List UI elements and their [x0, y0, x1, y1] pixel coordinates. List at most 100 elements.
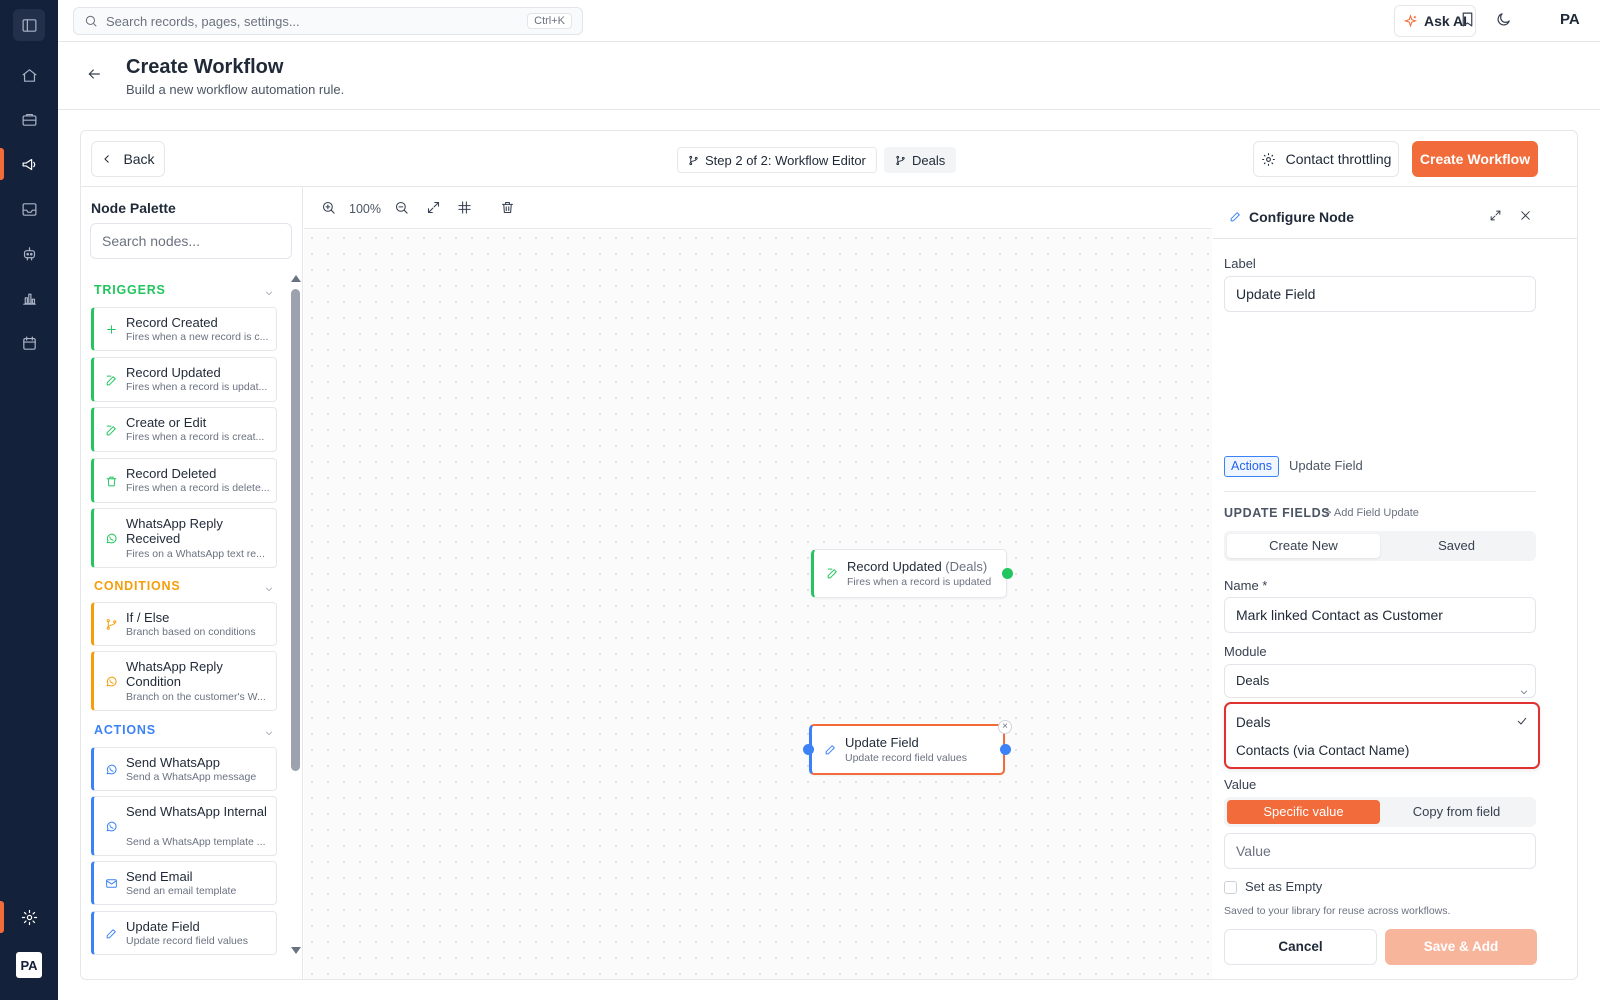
scroll-thumb[interactable] — [291, 289, 300, 771]
name-input[interactable] — [1224, 597, 1536, 633]
config-title: Configure Node — [1249, 209, 1354, 225]
palette-node-record-created[interactable]: Record Created Fires when a new record i… — [91, 307, 277, 351]
node-title: Send WhatsApp — [126, 755, 220, 770]
section-conditions[interactable]: CONDITIONS — [94, 579, 180, 593]
user-avatar[interactable]: PA — [16, 952, 42, 978]
whatsapp-icon — [105, 532, 119, 546]
trash-icon — [105, 475, 119, 489]
remove-node-button[interactable]: × — [998, 720, 1012, 734]
palette-node-send-email[interactable]: Send Email Send an email template — [91, 861, 277, 905]
canvas-toolbar: 100% — [304, 187, 1212, 229]
grid-icon[interactable] — [457, 200, 473, 216]
set-empty-label[interactable]: Set as Empty — [1245, 879, 1322, 894]
home-icon[interactable] — [13, 59, 45, 91]
palette-scrollbar[interactable] — [291, 275, 301, 965]
palette-node-whatsapp-reply-received[interactable]: WhatsApp Reply Received Fires on a Whats… — [91, 508, 277, 568]
node-title: Create or Edit — [126, 415, 207, 430]
back-arrow-icon[interactable] — [86, 66, 104, 84]
whatsapp-icon — [105, 675, 119, 689]
palette-node-create-or-edit[interactable]: Create or Edit Fires when a record is cr… — [91, 407, 277, 452]
bot-icon[interactable] — [13, 237, 45, 269]
output-handle[interactable] — [1002, 568, 1013, 579]
scroll-down-arrow[interactable] — [291, 947, 301, 954]
bookmark-icon[interactable] — [1459, 11, 1479, 31]
palette-node-if-else[interactable]: If / Else Branch based on conditions — [91, 602, 277, 646]
zoom-out-icon[interactable] — [394, 200, 410, 216]
tab-saved[interactable]: Saved — [1380, 534, 1533, 558]
app-sidebar: PA — [0, 0, 58, 1000]
section-triggers[interactable]: TRIGGERS — [94, 283, 166, 297]
name-field-label: Name * — [1224, 578, 1268, 593]
value-field-label: Value — [1224, 777, 1257, 792]
module-option-contacts[interactable]: Contacts (via Contact Name) — [1236, 743, 1409, 758]
zoom-in-icon[interactable] — [321, 200, 337, 216]
top-bar: Search records, pages, settings... Ctrl+… — [58, 0, 1600, 42]
node-label-input[interactable] — [1224, 276, 1536, 312]
node-desc: Fires when a new record is c... — [126, 331, 269, 343]
configure-node-panel: Configure Node Label Actions Update Fiel… — [1213, 187, 1577, 979]
tab-specific-value[interactable]: Specific value — [1227, 800, 1380, 824]
bar-chart-icon[interactable] — [13, 282, 45, 314]
flow-node-module: (Deals) — [945, 559, 988, 574]
create-workflow-button[interactable]: Create Workflow — [1412, 141, 1538, 177]
pencil-icon — [824, 743, 838, 757]
cancel-button[interactable]: Cancel — [1224, 929, 1377, 965]
category-badge: Actions — [1224, 456, 1279, 477]
moon-icon[interactable] — [1495, 11, 1515, 31]
calendar-icon[interactable] — [13, 327, 45, 359]
search-shortcut: Ctrl+K — [527, 13, 572, 29]
chevron-down-icon[interactable] — [264, 582, 274, 592]
megaphone-icon[interactable] — [13, 148, 45, 180]
chevron-down-icon[interactable] — [264, 726, 274, 736]
expand-icon[interactable] — [1489, 209, 1503, 223]
node-title: WhatsApp Reply Received — [126, 516, 223, 546]
config-header: Configure Node — [1213, 187, 1577, 239]
flow-node-record-updated[interactable]: Record Updated (Deals) Fires when a reco… — [811, 549, 1013, 598]
flow-node-update-field[interactable]: Update Field Update record field values … — [803, 720, 1012, 775]
profile-initials[interactable]: PA — [1560, 11, 1580, 28]
branch-icon — [896, 155, 905, 165]
node-desc: Send an email template — [126, 885, 237, 897]
input-handle[interactable] — [803, 744, 814, 755]
palette-node-send-whatsapp[interactable]: Send WhatsApp Send a WhatsApp message — [91, 747, 277, 791]
inbox-icon[interactable] — [13, 193, 45, 225]
tab-copy-from-field[interactable]: Copy from field — [1380, 800, 1533, 824]
global-search-input[interactable]: Search records, pages, settings... Ctrl+… — [73, 7, 583, 35]
fit-view-icon[interactable] — [426, 200, 442, 216]
tab-create-new[interactable]: Create New — [1227, 534, 1380, 558]
workflow-canvas: 100% Record Updated (Deals) Fires when a… — [304, 187, 1212, 979]
page-title: Create Workflow — [126, 56, 284, 78]
branch-icon — [689, 155, 698, 165]
value-input[interactable] — [1224, 833, 1536, 869]
palette-node-send-whatsapp-internal[interactable]: Send WhatsApp Internal Send a WhatsApp t… — [91, 796, 277, 856]
field-update-tabs: Create New Saved — [1224, 531, 1536, 561]
section-actions[interactable]: ACTIONS — [94, 723, 156, 737]
contact-throttling-button[interactable]: Contact throttling — [1253, 141, 1399, 177]
back-button[interactable]: Back — [91, 141, 165, 177]
trash-icon[interactable] — [500, 200, 516, 216]
gear-icon[interactable] — [13, 901, 45, 933]
pencil-icon — [1229, 210, 1242, 223]
flow-node-desc: Update record field values — [845, 752, 967, 764]
flow-node-name: Record Updated — [847, 559, 942, 574]
chevron-down-icon[interactable] — [264, 286, 274, 296]
module-select[interactable]: Deals — [1224, 664, 1536, 698]
palette-node-update-field[interactable]: Update Field Update record field values — [91, 911, 277, 955]
scroll-up-arrow[interactable] — [291, 275, 301, 282]
settings-indicator — [0, 901, 4, 933]
palette-node-whatsapp-reply-condition[interactable]: WhatsApp Reply Condition Branch on the c… — [91, 651, 277, 711]
chevron-left-icon — [104, 155, 110, 163]
output-handle[interactable] — [1000, 744, 1011, 755]
palette-node-record-deleted[interactable]: Record Deleted Fires when a record is de… — [91, 458, 277, 503]
save-and-add-button[interactable]: Save & Add — [1385, 929, 1537, 965]
palette-node-record-updated[interactable]: Record Updated Fires when a record is up… — [91, 357, 277, 402]
update-fields-heading: UPDATE FIELDS — [1224, 506, 1331, 520]
module-option-deals[interactable]: Deals — [1236, 715, 1271, 730]
sidebar-toggle-icon[interactable] — [13, 9, 45, 41]
node-title: WhatsApp Reply Condition — [126, 659, 223, 689]
briefcase-icon[interactable] — [13, 103, 45, 135]
set-empty-checkbox[interactable] — [1224, 881, 1237, 894]
close-icon[interactable] — [1519, 209, 1533, 223]
node-search-input[interactable] — [90, 223, 292, 259]
canvas-grid[interactable]: Record Updated (Deals) Fires when a reco… — [304, 230, 1212, 979]
